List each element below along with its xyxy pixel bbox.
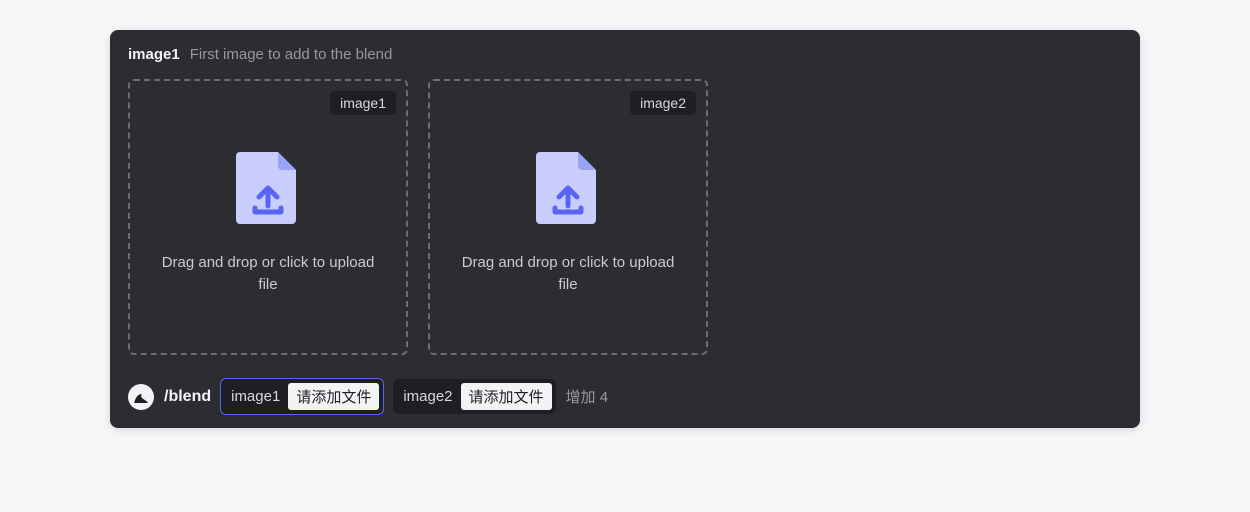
command-input-row: /blend image1 请添加文件 image2 请添加文件 增加 4 xyxy=(128,379,1122,414)
param-pill-label: image2 xyxy=(403,388,452,405)
command-options-panel: image1 First image to add to the blend i… xyxy=(110,30,1140,428)
bot-avatar xyxy=(128,384,154,410)
param-pill-label: image1 xyxy=(231,388,280,405)
dropzone-image1[interactable]: image1 Drag and drop or click to upload … xyxy=(128,79,408,355)
active-param-header: image1 First image to add to the blend xyxy=(128,46,1122,63)
param-pill-action: 请添加文件 xyxy=(288,383,379,410)
param-pill-image2[interactable]: image2 请添加文件 xyxy=(393,379,555,414)
param-pill-action: 请添加文件 xyxy=(461,383,552,410)
upload-dropzones: image1 Drag and drop or click to upload … xyxy=(128,79,1122,355)
add-more-options[interactable]: 增加 4 xyxy=(566,386,609,407)
dropzone-hint: Drag and drop or click to upload file xyxy=(130,252,406,297)
active-param-name: image1 xyxy=(128,46,180,63)
slash-command-text: /blend xyxy=(164,388,211,406)
upload-file-icon xyxy=(236,148,300,228)
param-pill-image1[interactable]: image1 请添加文件 xyxy=(221,379,383,414)
upload-file-icon xyxy=(536,148,600,228)
dropzone-badge: image2 xyxy=(630,91,696,115)
dropzone-hint: Drag and drop or click to upload file xyxy=(430,252,706,297)
active-param-description: First image to add to the blend xyxy=(190,46,393,63)
dropzone-image2[interactable]: image2 Drag and drop or click to upload … xyxy=(428,79,708,355)
dropzone-badge: image1 xyxy=(330,91,396,115)
